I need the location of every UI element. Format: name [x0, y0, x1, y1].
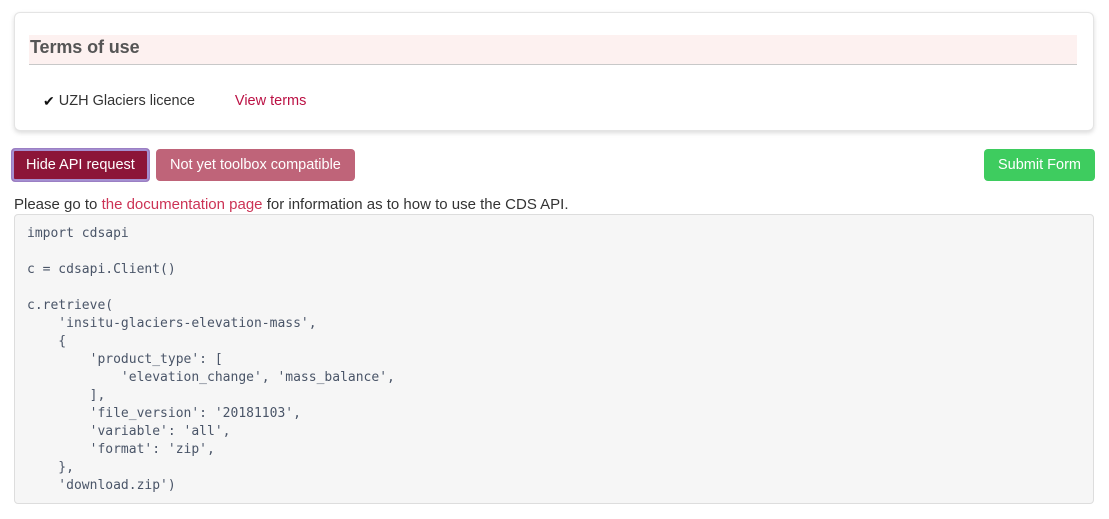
terms-of-use-title: Terms of use [30, 37, 140, 57]
api-request-panel: Terms of use ✔ UZH Glaciers licence View… [0, 0, 1109, 519]
documentation-hint-prefix: Please go to [14, 196, 102, 213]
view-terms-link[interactable]: View terms [235, 93, 306, 109]
api-request-code-text: import cdsapi c = cdsapi.Client() c.retr… [27, 226, 395, 493]
licence-row: ✔ UZH Glaciers licence View terms [43, 91, 306, 111]
submit-form-button[interactable]: Submit Form [984, 149, 1095, 181]
licence-label: UZH Glaciers licence [58, 93, 195, 109]
hide-api-request-button[interactable]: Hide API request [11, 148, 150, 182]
terms-of-use-header-band: Terms of use [29, 35, 1077, 65]
documentation-hint-suffix: for information as to how to use the CDS… [262, 196, 569, 213]
documentation-page-link[interactable]: the documentation page [102, 196, 263, 213]
api-request-code-block[interactable]: import cdsapi c = cdsapi.Client() c.retr… [14, 214, 1094, 504]
check-icon: ✔ [43, 93, 55, 109]
documentation-hint: Please go to the documentation page for … [14, 196, 569, 213]
terms-of-use-card: Terms of use ✔ UZH Glaciers licence View… [14, 12, 1094, 131]
toolbox-compatibility-button[interactable]: Not yet toolbox compatible [156, 149, 355, 181]
action-button-row: Hide API request Not yet toolbox compati… [0, 146, 1109, 184]
